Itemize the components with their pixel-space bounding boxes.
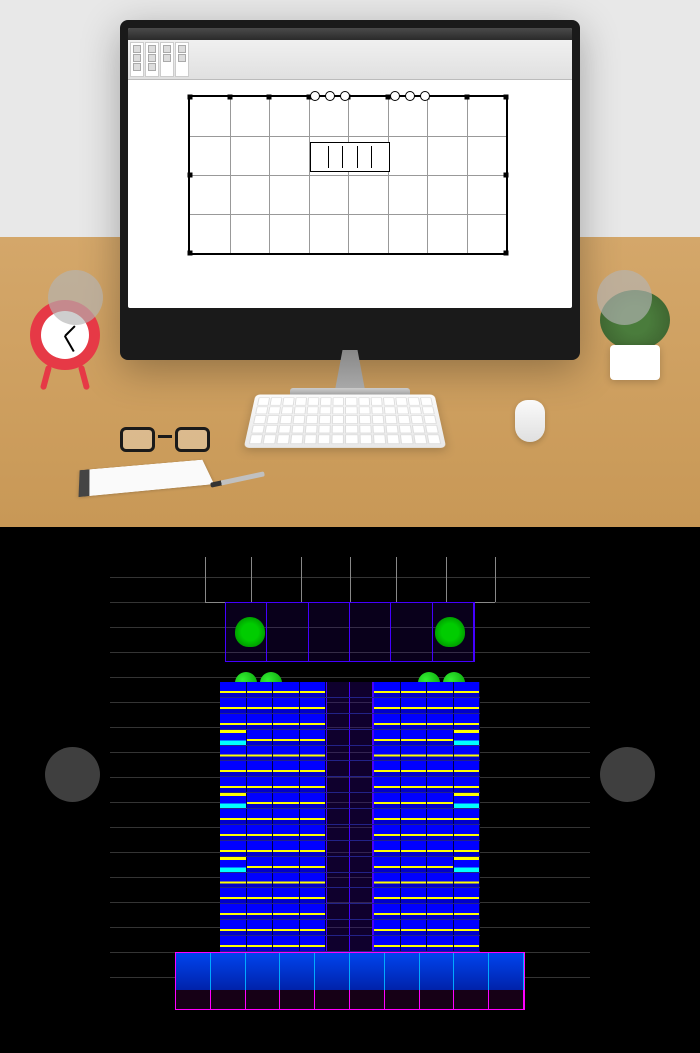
watermark xyxy=(45,747,100,802)
floor-plan-drawing xyxy=(188,95,508,255)
tool-line[interactable] xyxy=(133,45,141,53)
tool-text[interactable] xyxy=(178,45,186,53)
monitor-stand xyxy=(325,350,375,390)
desk-mockup-scene xyxy=(0,0,700,527)
tool-properties[interactable] xyxy=(163,54,171,62)
ribbon-group-draw xyxy=(130,42,144,77)
monitor xyxy=(120,20,580,360)
mouse xyxy=(515,400,545,442)
tool-layer[interactable] xyxy=(163,45,171,53)
tree-icon xyxy=(435,617,465,647)
glasses xyxy=(120,427,210,457)
tool-dimension[interactable] xyxy=(178,54,186,62)
ribbon-group-modify xyxy=(145,42,159,77)
hvac-unit-icon xyxy=(405,91,415,101)
keyboard xyxy=(244,394,447,447)
tower-floors xyxy=(220,682,480,952)
tool-arc[interactable] xyxy=(133,63,141,71)
tree-icon xyxy=(235,617,265,647)
cad-menubar[interactable] xyxy=(128,28,572,40)
watermark xyxy=(48,270,103,325)
watermark xyxy=(600,747,655,802)
hvac-unit-icon xyxy=(310,91,320,101)
ribbon-group-layers xyxy=(160,42,174,77)
pen xyxy=(210,471,265,487)
podium-base xyxy=(175,952,525,1010)
ribbon-group-annotate xyxy=(175,42,189,77)
cad-ribbon-toolbar[interactable] xyxy=(128,40,572,80)
roof-structure xyxy=(205,557,495,602)
notebook xyxy=(79,460,215,497)
hvac-unit-icon xyxy=(325,91,335,101)
cad-drawing-canvas[interactable] xyxy=(128,80,572,300)
cad-elevation-view xyxy=(0,527,700,1053)
building-elevation xyxy=(175,557,525,1012)
building-core xyxy=(310,142,390,172)
hvac-unit-icon xyxy=(390,91,400,101)
tool-rotate[interactable] xyxy=(148,63,156,71)
tool-move[interactable] xyxy=(148,45,156,53)
tool-copy[interactable] xyxy=(148,54,156,62)
tool-circle[interactable] xyxy=(133,54,141,62)
watermark xyxy=(597,270,652,325)
cad-application-window[interactable] xyxy=(128,28,572,308)
hvac-unit-icon xyxy=(340,91,350,101)
hvac-unit-icon xyxy=(420,91,430,101)
